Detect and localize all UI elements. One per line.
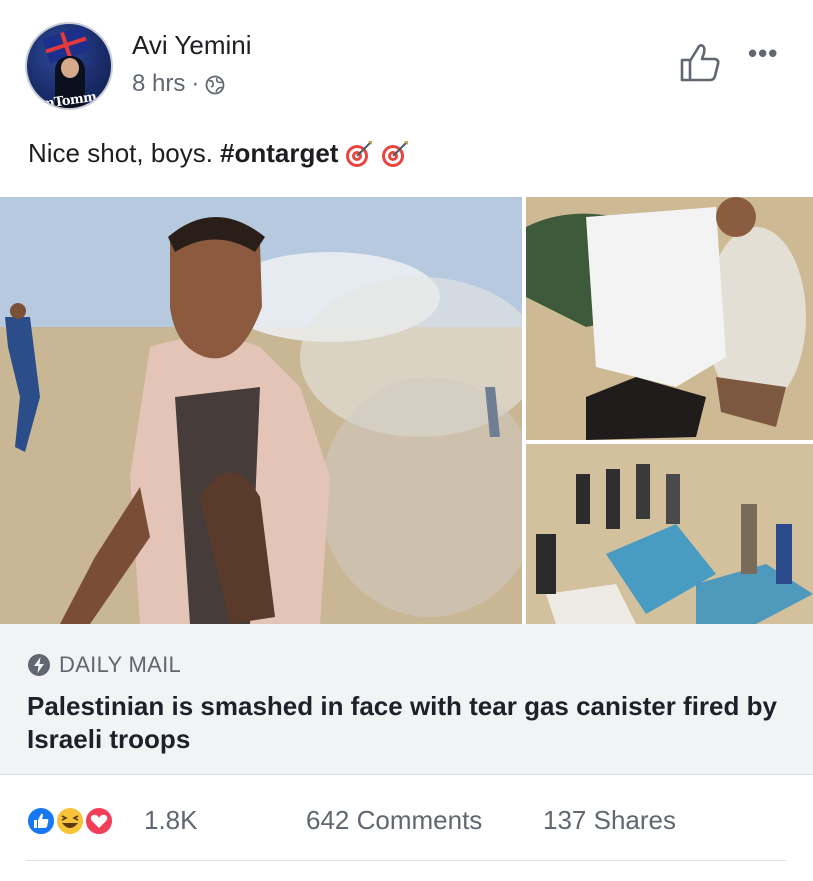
post-timestamp[interactable]: 8 hrs	[132, 70, 185, 98]
more-options-icon[interactable]: •••	[748, 38, 778, 69]
main-photo-scene	[0, 197, 522, 624]
love-reaction-icon	[84, 806, 114, 836]
author-name[interactable]: Avi Yemini	[132, 30, 252, 61]
haha-reaction-icon	[55, 806, 85, 836]
link-headline[interactable]: Palestinian is smashed in face with tear…	[27, 690, 797, 756]
main-photo	[0, 197, 522, 624]
reaction-count[interactable]: 1.8K	[144, 805, 198, 836]
divider-line	[26, 860, 786, 861]
like-reaction-icon	[26, 806, 56, 836]
link-source: DAILY MAIL	[27, 652, 181, 678]
meta-separator: ·	[191, 70, 200, 97]
post-meta: 8 hrs ·	[132, 70, 225, 98]
top-right-photo-scene	[526, 197, 813, 440]
instant-article-bolt-icon	[27, 653, 51, 677]
link-source-name: DAILY MAIL	[59, 652, 182, 677]
post-message-text: Nice shot, boys.	[28, 138, 213, 168]
link-preview-image[interactable]	[0, 197, 813, 624]
comments-count-link[interactable]: 642 Comments	[306, 805, 482, 836]
post-header: amTomm Avi Yemini 8 hrs · •••	[0, 0, 813, 120]
bottom-right-photo-scene	[526, 444, 813, 624]
globe-icon[interactable]	[205, 74, 225, 95]
direct-hit-emoji-icon	[344, 139, 374, 169]
shares-count-link[interactable]: 137 Shares	[543, 805, 676, 836]
direct-hit-emoji-icon	[380, 139, 410, 169]
thumbs-up-outline-icon	[680, 44, 720, 82]
like-page-button[interactable]	[678, 40, 722, 84]
bottom-right-photo	[526, 444, 813, 624]
hashtag-link[interactable]: #ontarget	[220, 138, 338, 169]
post-message: Nice shot, boys. #ontarget	[28, 138, 410, 169]
top-right-photo	[526, 197, 813, 440]
avatar-face-graphic	[61, 58, 79, 78]
reactions-summary[interactable]	[26, 806, 136, 836]
author-avatar[interactable]: amTomm	[25, 22, 113, 110]
